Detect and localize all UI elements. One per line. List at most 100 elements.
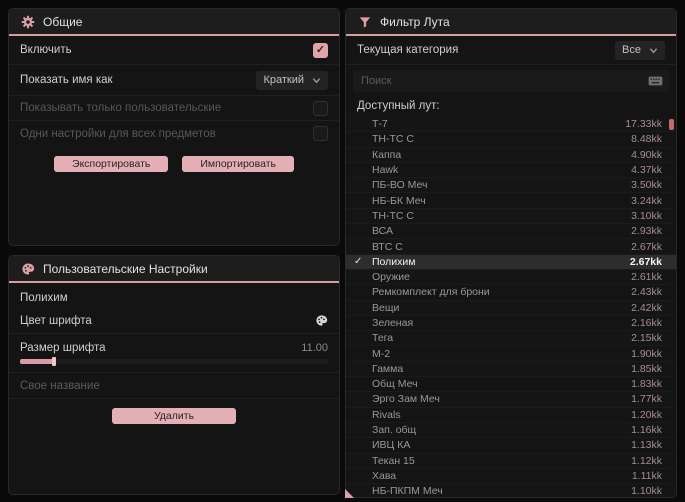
font-size-slider-row bbox=[9, 356, 339, 373]
loot-row-name: Текан 15 bbox=[372, 454, 415, 467]
only-custom-checkbox[interactable] bbox=[313, 100, 328, 116]
font-color-row[interactable]: Цвет шрифта bbox=[9, 308, 339, 334]
loot-row[interactable]: Hawk 4.37kk bbox=[346, 163, 676, 179]
same-settings-row: Одни настройки для всех предметов bbox=[9, 121, 339, 146]
loot-row-value: 3.24kk bbox=[631, 194, 662, 207]
loot-row-value: 1.85kk bbox=[631, 362, 662, 375]
window-filter-title: Фильтр Лута bbox=[380, 14, 450, 29]
loot-row-value: 1.12kk bbox=[631, 454, 662, 467]
loot-row-value: 2.16kk bbox=[631, 317, 662, 329]
slider-handle[interactable] bbox=[52, 357, 56, 366]
loot-row[interactable]: ВСА 2.93kk bbox=[346, 224, 676, 240]
loot-row-value: 2.42kk bbox=[631, 301, 662, 314]
loot-row-name: Зап. общ bbox=[372, 424, 417, 437]
show-name-dropdown[interactable]: Краткий bbox=[256, 70, 328, 90]
loot-row[interactable]: Эрго Зам Меч 1.77kk bbox=[346, 392, 676, 408]
loot-row[interactable]: Rivals 1.20kk bbox=[346, 408, 676, 423]
loot-row[interactable]: Каппа 4.90kk bbox=[346, 147, 676, 163]
export-import-row: Экспортировать Импортировать bbox=[9, 156, 339, 172]
loot-row-name: НБ-ПКПМ Меч bbox=[372, 485, 443, 497]
window-filter-titlebar[interactable]: Фильтр Лута bbox=[346, 9, 676, 34]
window-general-titlebar[interactable]: Общие bbox=[9, 9, 339, 34]
loot-row[interactable]: ВТС С 2.67kk bbox=[346, 239, 676, 255]
loot-row-name: ПБ-ВО Меч bbox=[372, 179, 428, 192]
enable-row: Включить ✓ bbox=[9, 36, 339, 65]
loot-row-value: 8.48kk bbox=[631, 133, 662, 146]
loot-row[interactable]: М-2 1.90kk bbox=[346, 346, 676, 362]
category-dropdown[interactable]: Все bbox=[615, 40, 665, 60]
loot-row[interactable]: Вещи 2.42kk bbox=[346, 300, 676, 316]
search-box[interactable] bbox=[353, 70, 669, 92]
loot-row[interactable]: Хава 1.11kk bbox=[346, 469, 676, 485]
search-input[interactable] bbox=[361, 75, 642, 87]
available-loot-label: Доступный лут: bbox=[357, 100, 440, 112]
loot-row-name: ТН-ТС С bbox=[372, 209, 414, 222]
delete-row: Удалить bbox=[9, 408, 339, 424]
custom-name-row bbox=[9, 373, 339, 399]
enable-label: Включить bbox=[20, 44, 72, 56]
keyboard-icon[interactable] bbox=[648, 75, 663, 87]
enable-checkbox[interactable]: ✓ bbox=[313, 42, 328, 58]
loot-row-value: 1.16kk bbox=[631, 424, 662, 437]
loot-row-name: Вещи bbox=[372, 301, 400, 314]
loot-row-name: Общ Меч bbox=[372, 378, 418, 391]
loot-row[interactable]: НБ-БК Меч 3.24kk bbox=[346, 193, 676, 209]
loot-row[interactable]: ИВЦ КА 1.13kk bbox=[346, 438, 676, 454]
loot-row-value: 1.77kk bbox=[631, 393, 662, 406]
window-custom-title: Пользовательские Настройки bbox=[43, 261, 208, 276]
loot-row[interactable]: Тега 2.15kk bbox=[346, 331, 676, 347]
loot-row-value: 2.61kk bbox=[631, 271, 662, 284]
loot-row-value: 2.67kk bbox=[629, 255, 662, 268]
window-custom-titlebar[interactable]: Пользовательские Настройки bbox=[9, 256, 339, 281]
app-background: Общие Включить ✓ Показать имя как Кратки… bbox=[0, 0, 685, 502]
loot-row[interactable]: Гамма 1.85kk bbox=[346, 361, 676, 378]
loot-row-name: ТН-ТС С bbox=[372, 133, 414, 146]
loot-row-value: 1.11kk bbox=[631, 469, 662, 482]
loot-row[interactable]: Зап. общ 1.16kk bbox=[346, 422, 676, 439]
loot-row-value: 17.33kk bbox=[625, 118, 662, 131]
font-size-label: Размер шрифта bbox=[20, 342, 106, 354]
loot-row[interactable]: Текан 15 1.12kk bbox=[346, 453, 676, 469]
loot-list: Т-7 17.33kk ТН-ТС С 8.48kk Каппа 4.90kk … bbox=[346, 117, 676, 497]
show-name-value: Краткий bbox=[263, 74, 304, 86]
loot-row-name: Зеленая bbox=[372, 317, 414, 329]
loot-row-name: Т-7 bbox=[372, 118, 388, 131]
scrollbar-thumb[interactable] bbox=[669, 119, 674, 130]
font-size-row: Размер шрифта 11.00 bbox=[9, 334, 339, 356]
font-color-label: Цвет шрифта bbox=[20, 314, 92, 327]
loot-row[interactable]: ПБ-ВО Меч 3.50kk bbox=[346, 178, 676, 194]
loot-row-name: ВСА bbox=[372, 225, 394, 238]
loot-row-name: Rivals bbox=[372, 408, 401, 421]
import-button[interactable]: Импортировать bbox=[182, 156, 294, 172]
loot-row-name: Гамма bbox=[372, 362, 404, 375]
resize-grip[interactable] bbox=[345, 489, 354, 498]
show-name-row: Показать имя как Краткий bbox=[9, 65, 339, 96]
loot-row-value: 1.90kk bbox=[631, 347, 662, 360]
window-custom-settings: Пользовательские Настройки Полихим Цвет … bbox=[8, 255, 340, 495]
font-size-value: 11.00 bbox=[301, 342, 328, 354]
loot-row[interactable]: Общ Меч 1.83kk bbox=[346, 377, 676, 393]
loot-row-name: ИВЦ КА bbox=[372, 439, 411, 452]
loot-row[interactable]: ТН-ТС С 3.10kk bbox=[346, 208, 676, 225]
export-button[interactable]: Экспортировать bbox=[54, 156, 169, 172]
loot-row-name: Каппа bbox=[372, 148, 402, 161]
loot-row[interactable]: ✓ Полихим 2.67kk bbox=[346, 254, 676, 270]
custom-name-input[interactable] bbox=[20, 379, 328, 392]
loot-row[interactable]: Т-7 17.33kk bbox=[346, 117, 676, 133]
font-size-slider[interactable] bbox=[20, 357, 328, 366]
loot-row-value: 1.20kk bbox=[631, 408, 662, 421]
same-settings-checkbox[interactable] bbox=[313, 126, 328, 141]
loot-row-name: НБ-БК Меч bbox=[372, 194, 426, 207]
loot-row-name: Полихим bbox=[372, 255, 416, 268]
show-name-label: Показать имя как bbox=[20, 74, 113, 86]
loot-row[interactable]: ТН-ТС С 8.48kk bbox=[346, 132, 676, 148]
chevron-down-icon bbox=[312, 76, 321, 85]
loot-row[interactable]: НБ-ПКПМ Меч 1.10kk bbox=[346, 484, 676, 497]
loot-row[interactable]: Оружие 2.61kk bbox=[346, 269, 676, 286]
loot-row-value: 4.90kk bbox=[631, 148, 662, 161]
palette-icon[interactable] bbox=[315, 314, 328, 327]
loot-row-value: 4.37kk bbox=[631, 164, 662, 177]
loot-row[interactable]: Ремкомплект для брони 2.43kk bbox=[346, 285, 676, 301]
delete-button[interactable]: Удалить bbox=[111, 408, 237, 424]
loot-row[interactable]: Зеленая 2.16kk bbox=[346, 316, 676, 332]
